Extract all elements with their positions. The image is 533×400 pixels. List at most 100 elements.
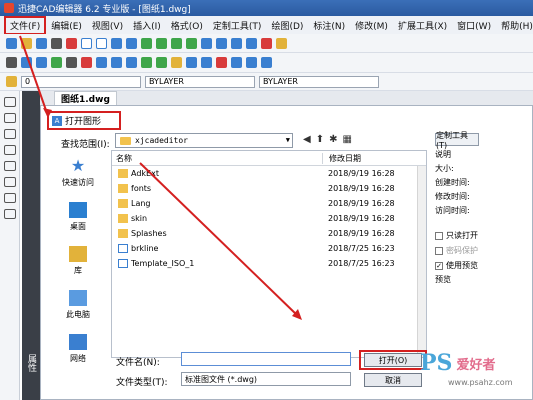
back-icon[interactable]: ◀	[303, 134, 311, 145]
copy-icon[interactable]	[21, 57, 32, 68]
custom-tools-button[interactable]: 定制工具(T)	[435, 131, 479, 150]
save-icon[interactable]	[36, 37, 47, 49]
chamfer-icon[interactable]	[201, 57, 212, 68]
array-icon[interactable]	[171, 57, 182, 68]
polyline-tool-icon[interactable]	[3, 113, 16, 123]
lookin-select[interactable]: xjcadeditor ▼	[115, 133, 293, 148]
spline-tool-icon[interactable]	[3, 177, 16, 187]
open-button[interactable]: 打开(O)	[364, 353, 422, 367]
open-folder-icon[interactable]	[21, 37, 32, 49]
place-quick-access[interactable]: ★ 快速访问	[47, 151, 109, 195]
new-file-icon[interactable]	[6, 37, 17, 49]
font-icon[interactable]	[261, 57, 272, 68]
menu-insert[interactable]: 插入(I)	[128, 19, 166, 32]
tab-drawing1[interactable]: 图纸1.dwg	[54, 91, 117, 105]
line-tool-icon[interactable]	[3, 97, 16, 107]
file-name: Splashes	[131, 229, 167, 238]
file-date: 2018/9/19 16:28	[328, 169, 395, 178]
folder-icon	[118, 199, 128, 208]
desc-label: 说明	[435, 150, 451, 159]
menu-edit[interactable]: 编辑(E)	[46, 19, 87, 32]
linetype-value: BYLAYER	[149, 77, 184, 86]
grid-icon[interactable]	[156, 37, 167, 49]
rectangle-tool-icon[interactable]	[3, 161, 16, 171]
arc-tool-icon[interactable]	[3, 129, 16, 139]
table-icon[interactable]	[246, 37, 257, 49]
layer-select[interactable]: 0	[21, 75, 141, 88]
menu-draw[interactable]: 绘图(D)	[266, 19, 308, 32]
menu-help[interactable]: 帮助(H)	[496, 19, 533, 32]
menu-file[interactable]: 文件(F)	[4, 15, 47, 35]
move-icon[interactable]	[96, 57, 107, 68]
delete-icon[interactable]	[66, 37, 77, 49]
place-library[interactable]: 库	[47, 239, 109, 283]
chevron-down-icon: ▼	[285, 136, 290, 144]
password-checkbox[interactable]: 密码保护	[435, 245, 529, 256]
cancel-button[interactable]: 取消	[364, 373, 422, 387]
lineweight-select[interactable]: BYLAYER	[259, 75, 379, 88]
mirror-icon[interactable]	[141, 57, 152, 68]
menu-view[interactable]: 视图(V)	[87, 19, 128, 32]
place-this-pc[interactable]: 此电脑	[47, 283, 109, 327]
color-icon[interactable]	[261, 37, 272, 49]
vertical-scrollbar[interactable]	[417, 166, 426, 357]
cut-icon[interactable]	[6, 57, 17, 68]
circle-tool-icon[interactable]	[3, 145, 16, 155]
filetype-select[interactable]: 标准图文件 (*.dwg)	[181, 372, 351, 386]
watermark-brand: PS	[420, 350, 453, 376]
zoom-icon[interactable]	[126, 37, 137, 49]
print-icon[interactable]	[51, 37, 62, 49]
text-style-icon[interactable]	[231, 57, 242, 68]
readonly-checkbox[interactable]: 只读打开	[435, 230, 529, 241]
ortho-icon[interactable]	[186, 37, 197, 49]
place-desktop[interactable]: 桌面	[47, 195, 109, 239]
new-folder-icon[interactable]: ✱	[329, 134, 337, 145]
file-row[interactable]: Template_ISO_1 2018/7/25 16:23	[112, 256, 426, 271]
point-tool-icon[interactable]	[3, 209, 16, 219]
erase-icon[interactable]	[81, 57, 92, 68]
menu-window[interactable]: 窗口(W)	[452, 19, 496, 32]
layer-icon[interactable]	[141, 37, 152, 49]
explode-icon[interactable]	[216, 57, 227, 68]
fillet-icon[interactable]	[186, 57, 197, 68]
menu-dimension[interactable]: 标注(N)	[308, 19, 350, 32]
hatch-tool-icon[interactable]	[3, 193, 16, 203]
place-network[interactable]: 网络	[47, 327, 109, 371]
menu-format[interactable]: 格式(O)	[166, 19, 208, 32]
menu-custom-tools[interactable]: 定制工具(T)	[208, 19, 267, 32]
up-folder-icon[interactable]: ⬆	[316, 134, 324, 145]
pan-icon[interactable]	[111, 37, 122, 49]
filename-input[interactable]	[181, 352, 351, 366]
linetype-select[interactable]: BYLAYER	[145, 75, 255, 88]
match-icon[interactable]	[51, 57, 62, 68]
snap-icon[interactable]	[171, 37, 182, 49]
undo-icon[interactable]	[81, 37, 92, 49]
rotate-icon[interactable]	[111, 57, 122, 68]
properties-icon[interactable]	[276, 37, 287, 49]
redo-icon[interactable]	[96, 37, 107, 49]
offset-icon[interactable]	[156, 57, 167, 68]
places-bar: ★ 快速访问 桌面 库 此电脑 网络	[47, 151, 109, 364]
file-row[interactable]: Lang 2018/9/19 16:28	[112, 196, 426, 211]
scale-icon[interactable]	[126, 57, 137, 68]
column-date[interactable]: 修改日期	[322, 152, 361, 164]
menu-extend-tools[interactable]: 扩展工具(X)	[393, 19, 452, 32]
trim-icon[interactable]	[66, 57, 77, 68]
file-row[interactable]: skin 2018/9/19 16:28	[112, 211, 426, 226]
menu-modify[interactable]: 修改(M)	[350, 19, 393, 32]
block-icon[interactable]	[231, 37, 242, 49]
file-row[interactable]: fonts 2018/9/19 16:28	[112, 181, 426, 196]
text-icon[interactable]	[216, 37, 227, 49]
place-label: 此电脑	[66, 310, 90, 319]
column-name[interactable]: 名称	[112, 153, 322, 164]
dim-style-icon[interactable]	[246, 57, 257, 68]
view-menu-icon[interactable]: ▦	[342, 134, 351, 145]
desktop-icon	[69, 202, 87, 218]
measure-icon[interactable]	[201, 37, 212, 49]
watermark-url: www.psahz.com	[448, 378, 513, 387]
file-row[interactable]: Splashes 2018/9/19 16:28	[112, 226, 426, 241]
use-preview-checkbox[interactable]: ✓ 使用预览	[435, 260, 529, 271]
file-row[interactable]: AdkExt 2018/9/19 16:28	[112, 166, 426, 181]
file-row[interactable]: brkline 2018/7/25 16:23	[112, 241, 426, 256]
paste-icon[interactable]	[36, 57, 47, 68]
